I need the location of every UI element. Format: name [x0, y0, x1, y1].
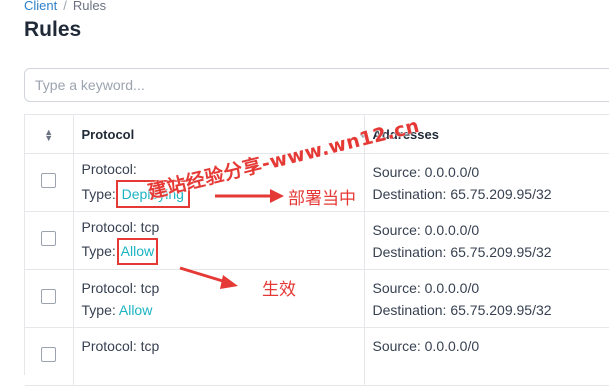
- type-prefix: Type:: [82, 302, 116, 318]
- row-select-cell: [25, 154, 73, 212]
- source-address: Source: 0.0.0.0/0: [373, 219, 609, 241]
- search-input[interactable]: [24, 68, 609, 102]
- type-prefix: Type:: [82, 243, 116, 259]
- addresses-cell: Source: 0.0.0.0/0: [364, 328, 609, 386]
- addresses-cell: Source: 0.0.0.0/0 Destination: 65.75.209…: [364, 270, 609, 328]
- destination-address: Destination: 65.75.209.95/32: [373, 299, 609, 321]
- protocol-label: Protocol: tcp: [82, 277, 356, 299]
- row-checkbox[interactable]: [41, 347, 56, 362]
- protocol-cell: Protocol: tcp Type: Allow: [73, 270, 364, 328]
- protocol-label: Protocol: tcp: [82, 216, 356, 238]
- breadcrumb-current: Rules: [73, 0, 106, 13]
- destination-address: Destination: 65.75.209.95/32: [373, 241, 609, 263]
- type-prefix: Type:: [82, 186, 116, 202]
- protocol-cell: Protocol: tcp Type: Allow: [73, 212, 364, 270]
- source-address: Source: 0.0.0.0/0: [373, 335, 609, 357]
- row-checkbox[interactable]: [41, 173, 56, 188]
- table-row: Protocol: tcp Source: 0.0.0.0/0: [25, 328, 609, 386]
- select-column-header[interactable]: ▲▼: [25, 115, 73, 154]
- row-checkbox[interactable]: [41, 231, 56, 246]
- row-checkbox[interactable]: [41, 289, 56, 304]
- annotation-allow-note: 生效: [262, 275, 296, 300]
- addresses-cell: Source: 0.0.0.0/0 Destination: 65.75.209…: [364, 212, 609, 270]
- sort-icon[interactable]: ▲▼: [44, 129, 54, 141]
- protocol-cell: Protocol: tcp: [73, 328, 364, 386]
- protocol-label: Protocol: tcp: [82, 335, 356, 357]
- source-address: Source: 0.0.0.0/0: [373, 161, 609, 183]
- destination-address: Destination: 65.75.209.95/32: [373, 183, 609, 205]
- addresses-cell: Source: 0.0.0.0/0 Destination: 65.75.209…: [364, 154, 609, 212]
- row-select-cell: [25, 328, 73, 386]
- annotation-deploying-note: 部署当中: [288, 184, 356, 209]
- type-status-allow: Allow: [121, 243, 154, 259]
- breadcrumb: Client / Rules: [24, 0, 106, 14]
- table-row: Protocol: tcp Type: Allow Source: 0.0.0.…: [25, 212, 609, 270]
- breadcrumb-client-link[interactable]: Client: [24, 0, 57, 13]
- table-row: Protocol: tcp Type: Allow Source: 0.0.0.…: [25, 270, 609, 328]
- source-address: Source: 0.0.0.0/0: [373, 277, 609, 299]
- type-status-allow: Allow: [119, 302, 152, 318]
- breadcrumb-separator: /: [63, 0, 67, 13]
- page-title: Rules: [24, 18, 81, 42]
- row-select-cell: [25, 270, 73, 328]
- row-select-cell: [25, 212, 73, 270]
- column-header-protocol-label: Protocol: [82, 127, 135, 142]
